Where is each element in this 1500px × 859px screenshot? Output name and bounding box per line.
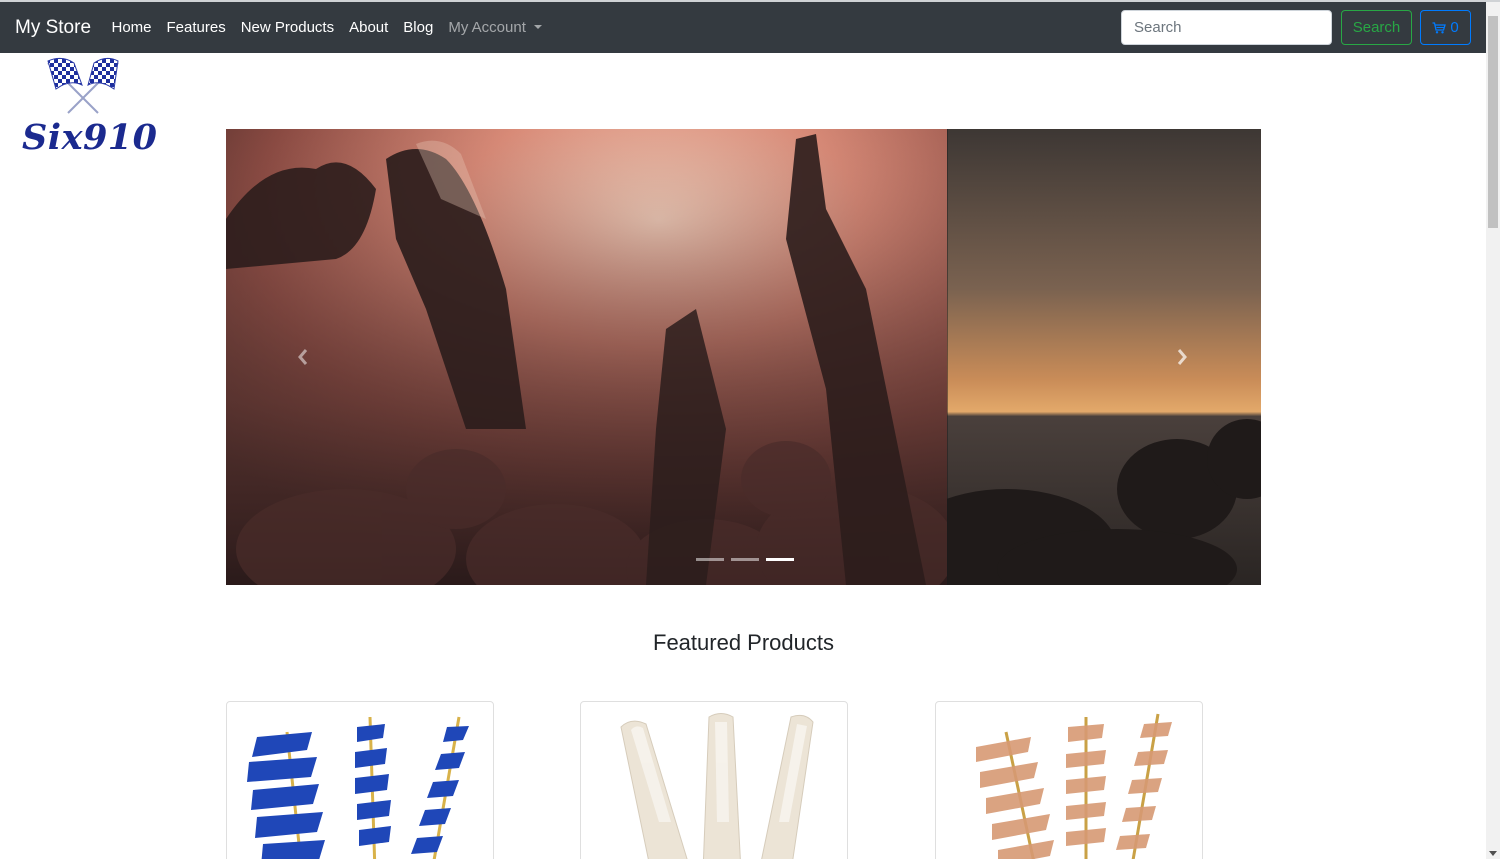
nav-features[interactable]: Features xyxy=(159,19,233,36)
sunset-slide-image xyxy=(947,129,1261,585)
carousel-prev-button[interactable] xyxy=(288,339,318,375)
carousel-indicator-3[interactable] xyxy=(766,558,794,561)
cart-icon xyxy=(1432,21,1447,33)
nav-new-products[interactable]: New Products xyxy=(233,19,341,36)
felt-mops-product-image xyxy=(620,713,814,859)
top-navbar: My Store Home Features New Products Abou… xyxy=(0,2,1486,53)
featured-products-heading: Featured Products xyxy=(653,630,834,655)
logo-text: Six910 xyxy=(22,117,158,158)
carousel-indicator-1[interactable] xyxy=(696,558,724,561)
caret-down-icon xyxy=(533,25,542,29)
nav-about[interactable]: About xyxy=(342,19,396,36)
carousel-next-button[interactable] xyxy=(1167,339,1197,375)
carousel-indicators xyxy=(696,558,794,561)
site-logo[interactable]: Six910 xyxy=(18,55,157,158)
product-card-2[interactable] xyxy=(580,701,848,859)
concert-slide-image xyxy=(226,129,947,585)
cart-count: 0 xyxy=(1450,19,1459,36)
product-card-1[interactable] xyxy=(226,701,494,859)
checkered-flags-icon xyxy=(47,57,119,114)
carousel-indicator-2[interactable] xyxy=(731,558,759,561)
product-card-3[interactable] xyxy=(935,701,1203,859)
hero-carousel xyxy=(226,129,1261,585)
brand-link[interactable]: My Store xyxy=(15,17,91,39)
search-button[interactable]: Search xyxy=(1341,10,1412,45)
nav-links: Home Features New Products About Blog My… xyxy=(104,2,549,53)
scrollbar-thumb[interactable] xyxy=(1488,16,1498,228)
bronze-brushes-product-image xyxy=(976,713,1172,859)
nav-home[interactable]: Home xyxy=(104,19,159,36)
scroll-down-arrow-icon[interactable] xyxy=(1489,851,1497,856)
chevron-right-icon xyxy=(1177,349,1187,365)
cart-button[interactable]: 0 xyxy=(1420,10,1471,45)
nav-my-account-dropdown[interactable]: My Account xyxy=(441,19,550,36)
nav-blog[interactable]: Blog xyxy=(396,19,441,36)
blue-brushes-product-image xyxy=(247,716,469,859)
search-input[interactable] xyxy=(1121,10,1332,45)
my-account-label: My Account xyxy=(448,19,526,36)
page-scrollbar[interactable] xyxy=(1486,2,1500,859)
chevron-left-icon xyxy=(298,349,308,365)
